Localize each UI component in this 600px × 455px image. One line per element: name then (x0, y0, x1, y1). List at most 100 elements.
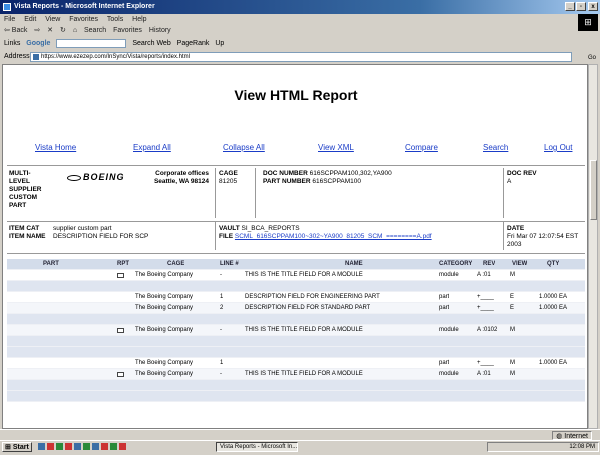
cage-block: CAGE 81205 (219, 170, 238, 185)
rev-cell: +____ (477, 360, 494, 366)
clock: 12:08 PM (569, 444, 595, 450)
nav-collapse-all[interactable]: Collapse All (223, 143, 265, 152)
line-cell: 1 (220, 360, 224, 366)
table-row[interactable]: ⊟616MODPAM200The Boeing Company-THIS IS … (7, 325, 585, 336)
report-icon[interactable] (117, 328, 124, 333)
name-cell: THIS IS THE TITLE FIELD FOR A MODULE (245, 371, 363, 377)
line-cell: 2 (220, 305, 224, 311)
section-row[interactable]: ⊞ Engineering Definition (7, 281, 585, 292)
google-search-input[interactable] (56, 38, 127, 48)
name-cell: THIS IS THE TITLE FIELD FOR A MODULE (245, 327, 363, 333)
forward-button[interactable]: ⇨ (34, 27, 40, 34)
table-row[interactable]: 616EGPPAE900The Boeing Company1part+____… (7, 358, 585, 369)
section-row[interactable]: ⊞ Engineering Definition (7, 336, 585, 347)
grid-body: ⊟616MODPAM100The Boeing Company-THIS IS … (7, 270, 585, 402)
windows-flag-icon: ⊞ (5, 444, 11, 451)
quicklaunch-icon[interactable] (56, 443, 63, 450)
google-logo: Google (26, 40, 51, 47)
page-content: View HTML Report Vista Home Expand All C… (2, 64, 588, 429)
search-button[interactable]: Search (84, 27, 106, 34)
qty-cell: 1.0000 EA (539, 305, 568, 311)
view-cell: M (510, 371, 515, 377)
section-row[interactable]: ⊞ Exception Modules (7, 380, 585, 391)
rev-cell: A :0102 (477, 327, 498, 333)
maximize-button[interactable]: ▫ (576, 2, 586, 11)
back-button[interactable]: ⇦ Back (4, 27, 27, 34)
section-row[interactable]: ⊞ Manufacturing Definition (7, 314, 585, 325)
report-info: ITEM CAT supplier custom part ITEM NAME DE… (7, 222, 585, 251)
up-button[interactable]: Up (215, 40, 224, 47)
menu-help[interactable]: Help (132, 16, 146, 23)
table-row[interactable]: 616STPPAE100The Boeing Company2DESCRIPTI… (7, 303, 585, 314)
history-button[interactable]: History (149, 27, 171, 34)
rev-cell: A :01 (477, 272, 491, 278)
rev-cell: +____ (477, 294, 494, 300)
section-row[interactable]: ⊞ Manufacturing Definition (7, 347, 585, 358)
line-cell: - (220, 272, 222, 278)
scroll-thumb[interactable] (590, 160, 597, 220)
nav-log-out[interactable]: Log Out (544, 143, 572, 152)
report-header: MULTI-LEVEL SUPPLIER CUSTOM PART BOEING … (7, 168, 585, 220)
address-input[interactable]: https://www.ezezep.com/InSync/Vista/repo… (30, 52, 572, 62)
links-label[interactable]: Links (4, 40, 20, 47)
menu-file[interactable]: File (4, 16, 15, 23)
close-button[interactable]: x (588, 2, 598, 11)
quicklaunch-icon[interactable] (119, 443, 126, 450)
cage-cell: The Boeing Company (135, 294, 194, 300)
report-icon[interactable] (117, 273, 124, 278)
category-cell: module (439, 327, 459, 333)
doc-rev-block: DOC REV A (507, 170, 537, 185)
nav-vista-home[interactable]: Vista Home (35, 143, 76, 152)
bom-grid: PART RPT CAGE LINE # NAME CATEGORY REV V… (7, 259, 585, 402)
search-web-button[interactable]: Search Web (132, 40, 170, 47)
nav-compare[interactable]: Compare (405, 143, 438, 152)
address-url: https://www.ezezep.com/InSync/Vista/repo… (41, 54, 190, 60)
menu-favorites[interactable]: Favorites (69, 16, 98, 23)
stop-button[interactable]: ✕ (47, 27, 53, 34)
nav-expand-all[interactable]: Expand All (133, 143, 171, 152)
quicklaunch-icon[interactable] (110, 443, 117, 450)
start-button[interactable]: ⊞ Start (2, 442, 32, 452)
quicklaunch-icon[interactable] (74, 443, 81, 450)
section-row[interactable]: ⊞ Engineering Definition (7, 391, 585, 402)
view-cell: M (510, 327, 515, 333)
report-icon[interactable] (117, 372, 124, 377)
name-cell: DESCRIPTION FIELD FOR STANDARD PART (245, 305, 371, 311)
minimize-button[interactable]: _ (565, 2, 575, 11)
table-row[interactable]: ⊟616MODPAM100The Boeing Company-THIS IS … (7, 270, 585, 281)
quicklaunch-icon[interactable] (65, 443, 72, 450)
name-cell: DESCRIPTION FIELD FOR ENGINEERING PART (245, 294, 380, 300)
quicklaunch-icon[interactable] (101, 443, 108, 450)
favorites-button[interactable]: Favorites (113, 27, 142, 34)
menu-tools[interactable]: Tools (107, 16, 123, 23)
qty-cell: 1.0000 EA (539, 360, 568, 366)
line-cell: - (220, 371, 222, 377)
menu-view[interactable]: View (45, 16, 60, 23)
globe-icon: ◍ (556, 433, 563, 440)
view-cell: M (510, 360, 515, 366)
boeing-logo: BOEING (67, 172, 125, 182)
browser-window: Vista Reports - Microsoft Internet Explo… (0, 0, 600, 452)
refresh-button[interactable]: ↻ (60, 27, 66, 34)
quicklaunch-icon[interactable] (92, 443, 99, 450)
nav-search[interactable]: Search (483, 143, 508, 152)
table-row[interactable]: 616EGPPAE100The Boeing Company1DESCRIPTI… (7, 292, 585, 303)
quicklaunch-icon[interactable] (38, 443, 45, 450)
quicklaunch-icon[interactable] (47, 443, 54, 450)
pagerank-indicator: PageRank (176, 40, 210, 47)
status-bar: ◍ Internet (0, 429, 600, 440)
qty-cell: 1.0000 EA (539, 294, 568, 300)
table-row[interactable]: ⊟616MODPAM900The Boeing Company-THIS IS … (7, 369, 585, 380)
vertical-scrollbar[interactable] (588, 64, 598, 429)
quicklaunch-icon[interactable] (83, 443, 90, 450)
nav-view-xml[interactable]: View XML (318, 143, 354, 152)
menu-edit[interactable]: Edit (24, 16, 36, 23)
page-icon (33, 54, 39, 60)
taskbar-item-ie[interactable]: Vista Reports - Microsoft In... (216, 442, 298, 452)
vault-row: VAULT SI_BCA_REPORTS (219, 225, 300, 232)
home-button[interactable]: ⌂ (73, 27, 77, 34)
cage-cell: The Boeing Company (135, 360, 194, 366)
go-button[interactable]: Go (588, 52, 596, 64)
file-link[interactable]: SCML_616SCPPAM100~302~YA900_81205_SCM_==… (235, 233, 432, 240)
category-cell: part (439, 305, 450, 311)
